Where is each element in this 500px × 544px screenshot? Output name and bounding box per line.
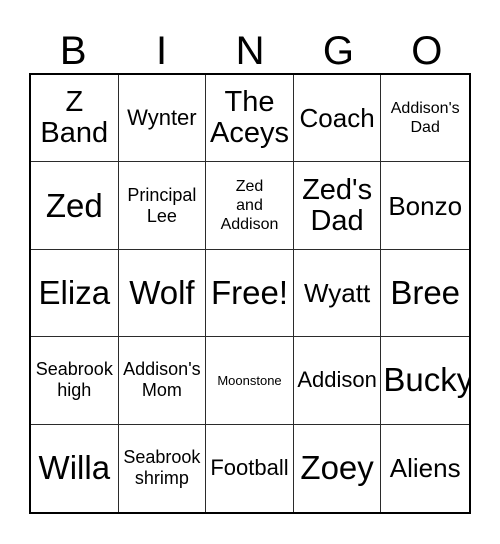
bingo-cell-label: The Aceys — [210, 86, 289, 150]
bingo-header-letter-o: O — [411, 29, 443, 73]
bingo-header-row: B I N G O — [29, 18, 471, 73]
bingo-cell-label: Coach — [299, 103, 375, 134]
bingo-cell-label: Bucky — [383, 361, 469, 399]
bingo-cell-label: Seabrook high — [35, 359, 113, 401]
bingo-cell-label: Moonstone — [217, 372, 282, 388]
bingo-cell-label: Wolf — [129, 273, 195, 311]
bingo-cell[interactable]: Zed — [31, 162, 119, 250]
bingo-cell[interactable]: Coach — [293, 75, 382, 163]
bingo-cell[interactable]: Bree — [381, 249, 469, 338]
bingo-cell-label: Zed — [45, 186, 103, 224]
bingo-cell[interactable]: Seabrook high — [31, 337, 119, 425]
bingo-cell[interactable]: Zoey — [293, 424, 382, 512]
bingo-cell-label: Addison — [297, 367, 377, 393]
bingo-cell-label: Bree — [390, 273, 461, 311]
bingo-cell[interactable]: Wynter — [118, 75, 207, 163]
bingo-cell[interactable]: Wyatt — [293, 249, 382, 338]
bingo-cell[interactable]: Bonzo — [381, 162, 469, 250]
bingo-cell-label: Football — [210, 455, 289, 481]
bingo-cell-label: Seabrook shrimp — [123, 447, 201, 489]
bingo-cell[interactable]: Zed and Addison — [206, 162, 294, 250]
bingo-card: B I N G O Z Band Wynter The Aceys Coach … — [0, 0, 500, 544]
bingo-cell[interactable]: Moonstone — [206, 337, 294, 425]
bingo-cell-label: Wynter — [127, 105, 197, 131]
bingo-cell-label: Free! — [210, 273, 288, 311]
bingo-grid: Z Band Wynter The Aceys Coach Addison's … — [29, 73, 471, 514]
bingo-cell-label: Eliza — [38, 273, 111, 311]
bingo-cell-label: Wyatt — [303, 277, 371, 308]
bingo-cell-label: Principal Lee — [127, 184, 197, 226]
bingo-cell[interactable]: Seabrook shrimp — [118, 424, 207, 512]
bingo-cell[interactable]: Football — [206, 424, 294, 512]
bingo-header-letter-i: I — [156, 29, 168, 73]
bingo-cell[interactable]: Addison — [293, 337, 382, 425]
bingo-cell-label: Aliens — [389, 453, 461, 484]
bingo-cell-free-space[interactable]: Free! — [206, 249, 294, 338]
bingo-cell[interactable]: Addison's Mom — [118, 337, 207, 425]
bingo-cell-label: Z Band — [40, 86, 109, 150]
bingo-cell-label: Bonzo — [388, 190, 463, 221]
bingo-cell-label: Zed and Addison — [220, 178, 279, 234]
bingo-cell-label: Zed's Dad — [302, 173, 373, 237]
bingo-header-letter-g: G — [322, 29, 354, 73]
bingo-cell[interactable]: Addison's Dad — [381, 75, 469, 163]
bingo-cell[interactable]: The Aceys — [206, 75, 294, 163]
bingo-cell[interactable]: Z Band — [31, 75, 119, 163]
bingo-cell[interactable]: Bucky — [381, 337, 469, 425]
bingo-header-letter-b: B — [59, 29, 87, 73]
bingo-cell-label: Addison's Dad — [390, 100, 460, 137]
bingo-cell-label: Addison's Mom — [123, 359, 201, 401]
bingo-cell[interactable]: Principal Lee — [118, 162, 207, 250]
bingo-cell[interactable]: Zed's Dad — [293, 162, 382, 250]
bingo-cell-label: Willa — [38, 449, 111, 487]
bingo-cell[interactable]: Eliza — [31, 249, 119, 338]
bingo-header-letter-n: N — [235, 29, 265, 73]
bingo-cell[interactable]: Wolf — [118, 249, 207, 338]
bingo-cell-label: Zoey — [300, 449, 374, 487]
bingo-cell[interactable]: Aliens — [381, 424, 469, 512]
bingo-cell[interactable]: Willa — [31, 424, 119, 512]
